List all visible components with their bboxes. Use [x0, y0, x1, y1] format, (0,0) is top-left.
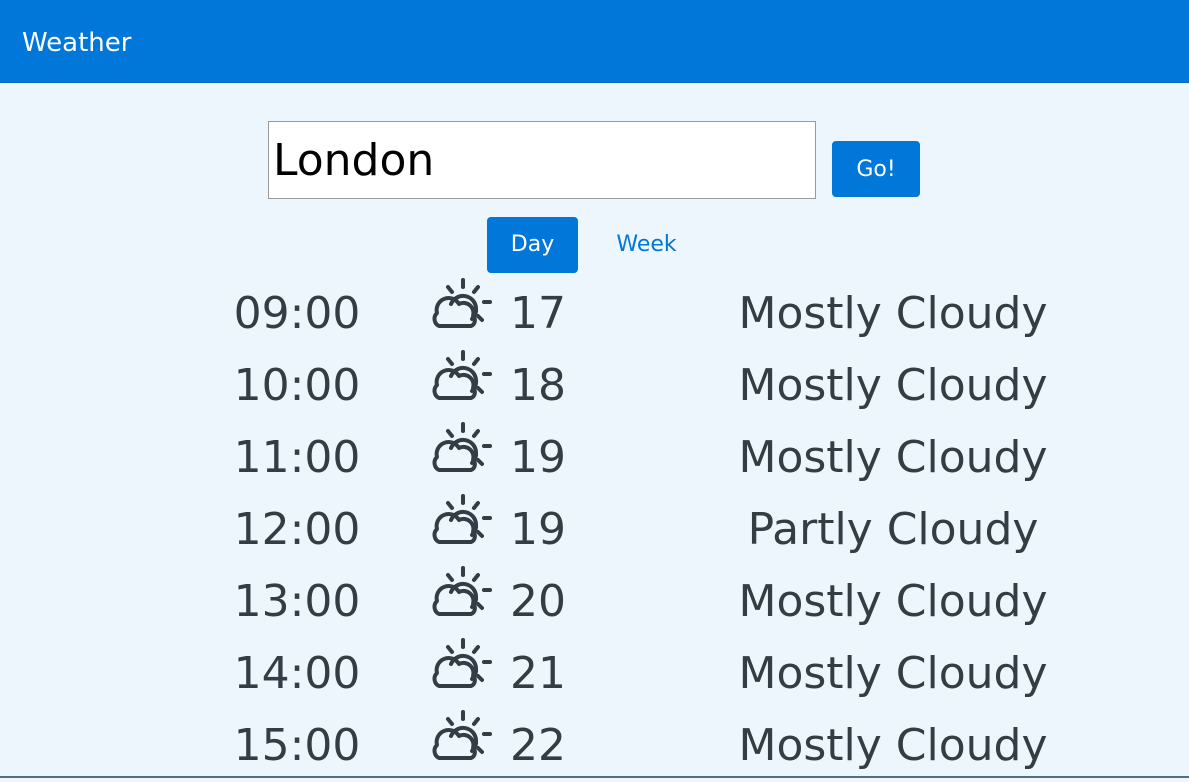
- forecast-condition: Mostly Cloudy: [738, 720, 1048, 771]
- forecast-condition: Mostly Cloudy: [738, 360, 1048, 411]
- forecast-time: 09:00: [233, 288, 361, 339]
- forecast-row: 10:00 18 Mostly Cloudy: [0, 350, 1189, 422]
- tab-day[interactable]: Day: [487, 217, 578, 273]
- forecast-condition: Mostly Cloudy: [738, 288, 1048, 339]
- partly-cloudy-icon: [427, 278, 495, 336]
- forecast-temperature: 19: [510, 504, 566, 555]
- forecast-condition: Mostly Cloudy: [738, 648, 1048, 699]
- forecast-time: 11:00: [233, 432, 361, 483]
- forecast-condition: Mostly Cloudy: [738, 432, 1048, 483]
- forecast-temperature: 22: [510, 720, 566, 771]
- forecast-temperature: 20: [510, 576, 566, 627]
- forecast-row: 11:00 19 Mostly Cloudy: [0, 422, 1189, 494]
- forecast-temperature: 21: [510, 648, 566, 699]
- partly-cloudy-icon: [427, 422, 495, 480]
- top-navbar: Weather: [0, 0, 1189, 83]
- forecast-temperature: 18: [510, 360, 566, 411]
- forecast-time: 15:00: [233, 720, 361, 771]
- forecast-row: 12:00 19 Partly Cloudy: [0, 494, 1189, 566]
- partly-cloudy-icon: [427, 494, 495, 552]
- partly-cloudy-icon: [427, 350, 495, 408]
- partly-cloudy-icon: [427, 638, 495, 696]
- forecast-row: 14:00 21 Mostly Cloudy: [0, 638, 1189, 710]
- forecast-time: 13:00: [233, 576, 361, 627]
- forecast-condition: Mostly Cloudy: [738, 576, 1048, 627]
- forecast-temperature: 19: [510, 432, 566, 483]
- forecast-temperature: 17: [510, 288, 566, 339]
- forecast-row: 09:00 17 Mostly Cloudy: [0, 278, 1189, 350]
- forecast-time: 12:00: [233, 504, 361, 555]
- forecast-row: 15:00 22 Mostly Cloudy: [0, 710, 1189, 782]
- hourly-forecast-list: 09:00 17 Mostly Cloudy 10:00 18 Mostly C…: [0, 278, 1189, 782]
- forecast-condition: Partly Cloudy: [747, 504, 1039, 555]
- forecast-row: 13:00 20 Mostly Cloudy: [0, 566, 1189, 638]
- city-search-input[interactable]: [268, 121, 816, 199]
- tab-week[interactable]: Week: [601, 217, 692, 273]
- partly-cloudy-icon: [427, 566, 495, 624]
- go-button[interactable]: Go!: [832, 141, 920, 197]
- partly-cloudy-icon: [427, 710, 495, 768]
- bottom-divider: [0, 776, 1189, 778]
- app-title: Weather: [22, 28, 132, 58]
- forecast-time: 14:00: [233, 648, 361, 699]
- forecast-time: 10:00: [233, 360, 361, 411]
